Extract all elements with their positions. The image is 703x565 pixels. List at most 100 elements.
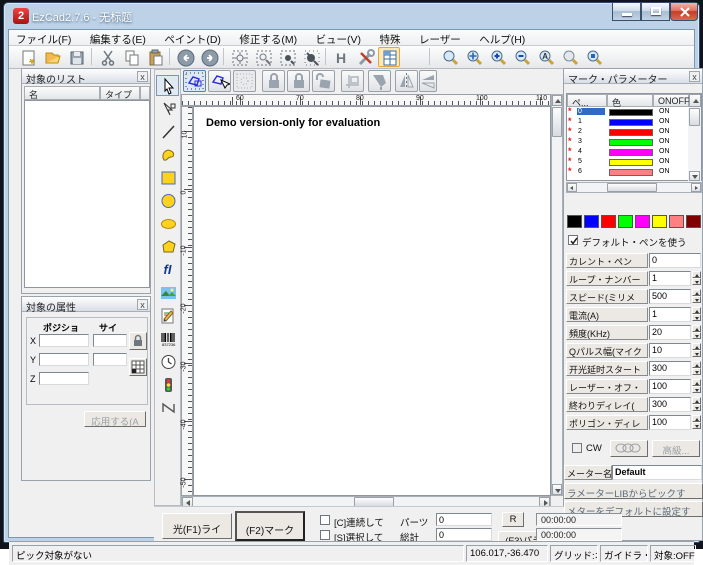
paste-button[interactable] [144, 47, 166, 67]
menu-laser[interactable]: レーザー [412, 30, 468, 47]
pen-vscroll-thumb[interactable] [689, 108, 700, 126]
menu-file[interactable]: ファイル(F) [9, 30, 78, 47]
zoom-window-button[interactable] [439, 47, 461, 67]
param-field-laser-on-tc[interactable]: 300 [649, 361, 691, 376]
text-tool[interactable]: fI [156, 259, 179, 280]
vector-file-tool[interactable] [156, 305, 179, 326]
table-button[interactable] [378, 47, 400, 67]
scroll-up-button[interactable] [552, 95, 562, 106]
dotted-tool-1-button[interactable] [228, 47, 250, 67]
column-header-name[interactable]: 名 [24, 86, 100, 100]
canvas-vscrollbar[interactable] [551, 94, 563, 496]
param-field-polygon-delay[interactable]: 100 [649, 415, 691, 430]
swatch-magenta[interactable] [635, 215, 650, 228]
pen-vscrollbar[interactable] [688, 107, 701, 181]
pen-row-0[interactable]: * 0 ON [567, 108, 688, 117]
status-grid-toggle[interactable]: グリッド:オ [550, 545, 598, 562]
laser-off-tc-spinner[interactable] [692, 379, 701, 393]
continuous-checkbox[interactable] [320, 515, 330, 525]
param-field-laser-off-tc[interactable]: 100 [649, 379, 691, 394]
menu-edit[interactable]: 編集する(E) [83, 30, 153, 47]
close-icon[interactable]: x [689, 71, 700, 82]
swatch-red[interactable] [601, 215, 616, 228]
drawing-canvas[interactable]: Demo version-only for evaluation [193, 106, 551, 496]
zoom-all-button[interactable]: A [535, 47, 557, 67]
marquee-select-button[interactable] [183, 70, 206, 92]
pen-scroll-left[interactable] [567, 183, 577, 192]
swatch-blue[interactable] [584, 215, 599, 228]
delay-tool[interactable] [156, 351, 179, 372]
input-output-tool[interactable] [156, 374, 179, 395]
mirror-vertical-button[interactable] [395, 70, 418, 92]
laser-on-tc-spinner[interactable] [692, 361, 701, 375]
apply-button[interactable]: 応用する(A [84, 411, 146, 427]
spiral-tool[interactable] [156, 397, 179, 418]
qpulse-spinner[interactable] [692, 343, 701, 357]
zoom-out-button[interactable] [511, 47, 533, 67]
undo-button[interactable] [174, 47, 196, 67]
swatch-black[interactable] [567, 215, 582, 228]
pen-col-header[interactable]: ペ... [567, 94, 607, 107]
unlock-button[interactable] [312, 70, 335, 92]
total-field[interactable]: 0 [436, 528, 492, 541]
light-f1-button[interactable]: 光(F1)ライ [162, 513, 232, 539]
loop-number-spinner[interactable] [692, 271, 701, 285]
pen-scroll-up[interactable] [689, 94, 701, 107]
pen-row-2[interactable]: * 2 ON [567, 128, 688, 137]
swatch-green[interactable] [618, 215, 633, 228]
status-object-toggle[interactable]: 対象:OFF [650, 545, 696, 562]
status-guideline-toggle[interactable]: ガイドラ・ [600, 545, 648, 562]
advanced-button[interactable]: 高級... [652, 440, 700, 457]
param-name-field[interactable]: Default [612, 465, 702, 480]
size-x-field[interactable] [93, 334, 127, 347]
dotted-tool-4-button[interactable] [300, 47, 322, 67]
param-field-qpulse[interactable]: 10 [649, 343, 691, 358]
save-button[interactable] [65, 47, 87, 67]
reset-count-button[interactable]: R [502, 512, 524, 527]
copy-button[interactable] [120, 47, 142, 67]
menu-modify[interactable]: 修正する(M) [232, 30, 304, 47]
pick-object-button[interactable] [208, 70, 231, 92]
pick-from-library-button[interactable]: ラメーターLIBからピックす [564, 483, 703, 499]
dotted-tool-2-button[interactable] [252, 47, 274, 67]
pos-x-field[interactable] [39, 334, 89, 347]
menu-view[interactable]: ビュー(V) [309, 30, 369, 47]
new-button[interactable] [17, 47, 39, 67]
dotted-tool-3-button[interactable] [276, 47, 298, 67]
cw-checkbox[interactable] [572, 443, 582, 453]
vscroll-thumb[interactable] [552, 107, 562, 137]
pen-row-4[interactable]: * 4 ON [567, 148, 688, 157]
speed-spinner[interactable] [692, 289, 701, 303]
menu-draw[interactable]: ペイント(D) [157, 30, 228, 47]
pulse-test-button[interactable] [610, 440, 648, 457]
bitmap-tool[interactable] [156, 282, 179, 303]
end-delay-spinner[interactable] [692, 397, 701, 411]
circle-tool[interactable] [156, 190, 179, 211]
polygon-tool[interactable] [156, 236, 179, 257]
node-edit-tool[interactable] [156, 98, 179, 119]
param-field-speed[interactable]: 500 [649, 289, 691, 304]
pen-row-5[interactable]: * 5 ON [567, 158, 688, 167]
barcode-tool[interactable]: 837236 [156, 328, 179, 349]
lock-ratio-button[interactable] [129, 332, 147, 350]
curve-tool[interactable] [156, 144, 179, 165]
pos-y-field[interactable] [39, 353, 89, 366]
pen-row-3[interactable]: * 3 ON [567, 138, 688, 147]
param-field-frequency[interactable]: 20 [649, 325, 691, 340]
parts-field[interactable]: 0 [436, 513, 492, 526]
title-bar[interactable]: 2 EzCad2.7.6 - 无标题 [4, 3, 699, 29]
frequency-spinner[interactable] [692, 325, 701, 339]
pen-hscrollbar[interactable] [566, 182, 702, 193]
snap-button[interactable] [341, 70, 364, 92]
minimize-button[interactable] [612, 3, 641, 21]
close-button[interactable] [670, 3, 698, 21]
swatch-maroon[interactable] [686, 215, 701, 228]
zoom-pan-button[interactable] [463, 47, 485, 67]
maximize-button[interactable] [641, 3, 670, 21]
ellipse-tool[interactable] [156, 213, 179, 234]
line-tool[interactable] [156, 121, 179, 142]
onoff-col-header[interactable]: ONOFF [653, 94, 689, 107]
shear-button[interactable] [368, 70, 391, 92]
pen-hscroll-thumb[interactable] [607, 183, 657, 192]
current-spinner[interactable] [692, 307, 701, 321]
